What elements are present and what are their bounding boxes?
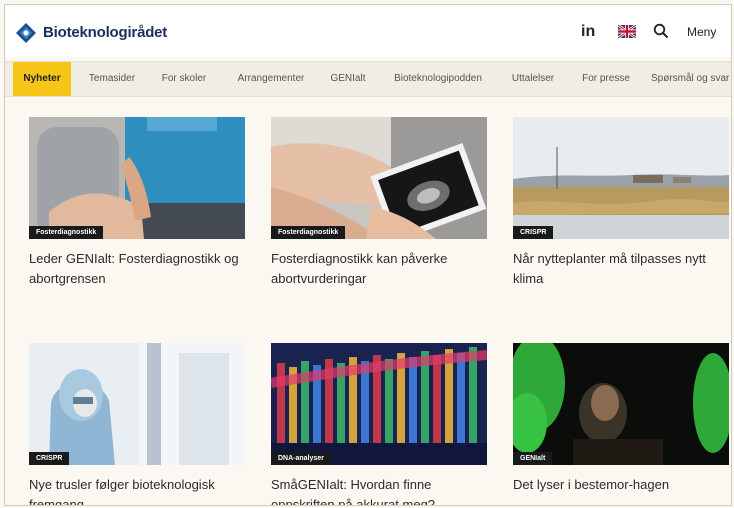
- search-icon[interactable]: [653, 23, 669, 39]
- category-badge: CRISPR: [513, 226, 554, 239]
- category-badge: Fosterdiagnostikk: [271, 226, 346, 239]
- article-image[interactable]: GENIalt: [513, 343, 729, 465]
- site-header: Bioteknologirådet in Meny: [5, 5, 731, 57]
- article-title[interactable]: Fosterdiagnostikk kan påverke abortvurde…: [271, 249, 489, 289]
- tab-temasider[interactable]: Temasider: [85, 62, 139, 96]
- logo-icon[interactable]: [15, 22, 37, 44]
- article-image[interactable]: DNA-analyser: [271, 343, 487, 465]
- article-title[interactable]: Nye trusler følger bioteknologisk fremga…: [29, 475, 247, 505]
- article-image[interactable]: Fosterdiagnostikk: [271, 117, 487, 239]
- category-badge: DNA-analyser: [271, 452, 331, 465]
- uk-flag-icon[interactable]: [618, 25, 636, 38]
- category-badge: CRISPR: [29, 452, 70, 465]
- article-image[interactable]: Fosterdiagnostikk: [29, 117, 245, 239]
- tab-sporsmal-og-svar[interactable]: Spørsmål og svar: [651, 62, 731, 96]
- tab-uttalelser[interactable]: Uttalelser: [503, 62, 563, 96]
- article-title[interactable]: Det lyser i bestemor-hagen: [513, 475, 731, 495]
- linkedin-icon[interactable]: in: [581, 23, 595, 41]
- article-image[interactable]: CRISPR: [29, 343, 245, 465]
- tab-arrangementer[interactable]: Arrangementer: [231, 62, 311, 96]
- article-title[interactable]: Når nytteplanter må tilpasses nytt klima: [513, 249, 731, 289]
- tab-bioteknologipodden[interactable]: Bioteknologipodden: [389, 62, 487, 96]
- article-title[interactable]: Leder GENIalt: Fosterdiagnostikk og abor…: [29, 249, 247, 289]
- site-name[interactable]: Bioteknologirådet: [43, 24, 167, 41]
- category-badge: Fosterdiagnostikk: [29, 226, 104, 239]
- tab-for-presse[interactable]: For presse: [577, 62, 635, 96]
- article-image[interactable]: CRISPR: [513, 117, 729, 239]
- main-nav: Nyheter Temasider For skoler Arrangement…: [5, 61, 731, 97]
- tab-for-skoler[interactable]: For skoler: [155, 62, 213, 96]
- menu-button[interactable]: Meny: [687, 25, 716, 39]
- browser-viewport: Bioteknologirådet in Meny Nyheter Temasi…: [4, 4, 732, 506]
- tab-genialt[interactable]: GENIalt: [325, 62, 371, 96]
- category-badge: GENIalt: [513, 452, 553, 465]
- tab-nyheter[interactable]: Nyheter: [13, 62, 71, 96]
- article-title[interactable]: SmåGENIalt: Hvordan finne oppskriften på…: [271, 475, 489, 505]
